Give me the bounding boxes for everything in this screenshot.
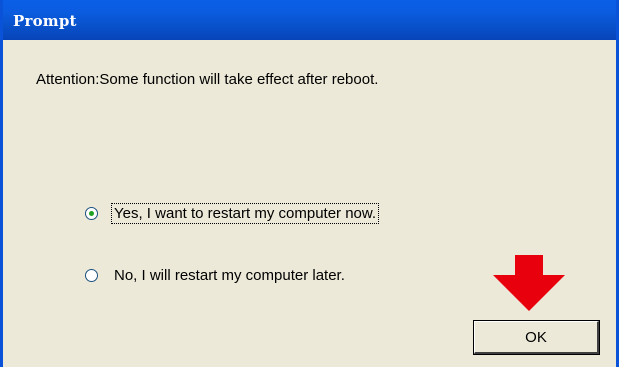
arrow-down-icon — [493, 255, 565, 311]
ok-button[interactable]: OK — [474, 321, 599, 354]
dialog-title: Prompt — [13, 12, 77, 30]
restart-later-label[interactable]: No, I will restart my computer later. — [112, 266, 347, 285]
title-bar[interactable]: Prompt — [3, 0, 616, 40]
restart-later-option[interactable]: No, I will restart my computer later. — [85, 264, 347, 286]
restart-now-option[interactable]: Yes, I want to restart my computer now. — [85, 202, 380, 224]
restart-now-label[interactable]: Yes, I want to restart my computer now. — [110, 202, 380, 224]
prompt-dialog: Prompt Attention:Some function will take… — [0, 0, 619, 367]
restart-later-radio[interactable] — [85, 268, 98, 282]
restart-now-radio[interactable] — [85, 206, 98, 220]
attention-message: Attention:Some function will take effect… — [36, 71, 379, 88]
